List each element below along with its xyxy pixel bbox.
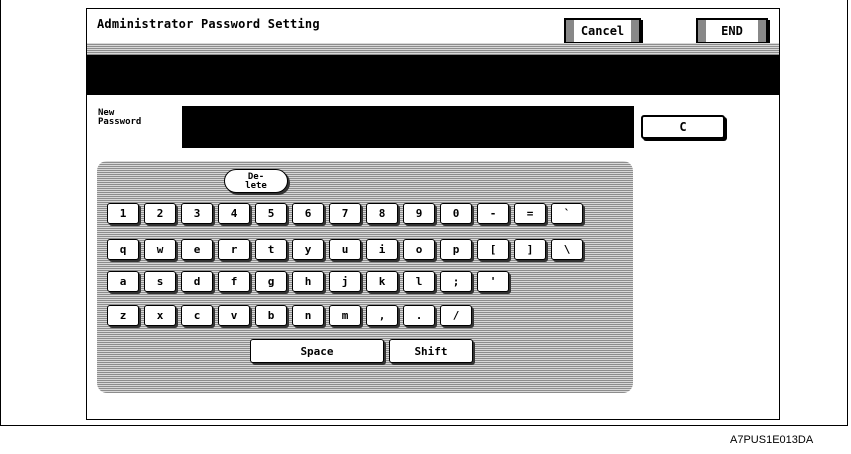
key-4-3[interactable]: c [181, 305, 213, 326]
key-4-5[interactable]: b [255, 305, 287, 326]
key-4-6[interactable]: n [292, 305, 324, 326]
space-key[interactable]: Space [250, 339, 384, 363]
key-1-9[interactable]: 9 [403, 203, 435, 224]
key-3-6[interactable]: h [292, 271, 324, 292]
key-4-1[interactable]: z [107, 305, 139, 326]
message-bar [87, 55, 779, 95]
key-4-2[interactable]: x [144, 305, 176, 326]
key-1-4[interactable]: 4 [218, 203, 250, 224]
key-1-1[interactable]: 1 [107, 203, 139, 224]
key-4-4[interactable]: v [218, 305, 250, 326]
key-1-11[interactable]: - [477, 203, 509, 224]
key-1-10[interactable]: 0 [440, 203, 472, 224]
key-1-5[interactable]: 5 [255, 203, 287, 224]
new-password-label: New Password [98, 108, 142, 127]
clear-button[interactable]: C [641, 115, 725, 139]
key-2-2[interactable]: w [144, 239, 176, 260]
figure-code: A7PUS1E013DA [730, 434, 814, 446]
key-2-8[interactable]: i [366, 239, 398, 260]
key-2-7[interactable]: u [329, 239, 361, 260]
key-3-4[interactable]: f [218, 271, 250, 292]
key-1-7[interactable]: 7 [329, 203, 361, 224]
key-2-6[interactable]: y [292, 239, 324, 260]
key-2-10[interactable]: p [440, 239, 472, 260]
screen-title: Administrator Password Setting [97, 17, 320, 31]
key-3-3[interactable]: d [181, 271, 213, 292]
end-button[interactable]: END [696, 18, 768, 44]
key-2-1[interactable]: q [107, 239, 139, 260]
key-3-2[interactable]: s [144, 271, 176, 292]
key-2-4[interactable]: r [218, 239, 250, 260]
key-1-12[interactable]: = [514, 203, 546, 224]
key-3-7[interactable]: j [329, 271, 361, 292]
key-3-8[interactable]: k [366, 271, 398, 292]
key-4-10[interactable]: / [440, 305, 472, 326]
on-screen-keyboard: De- lete 1 2 3 4 5 6 7 8 9 0- = ` q w e r t y u i o p[] \ a s d f g… [97, 161, 633, 393]
cancel-button[interactable]: Cancel [564, 18, 641, 44]
key-2-3[interactable]: e [181, 239, 213, 260]
key-3-1[interactable]: a [107, 271, 139, 292]
title-divider [87, 43, 779, 55]
key-4-8[interactable]: , [366, 305, 398, 326]
key-1-8[interactable]: 8 [366, 203, 398, 224]
key-2-13[interactable]: \ [551, 239, 583, 260]
key-3-9[interactable]: l [403, 271, 435, 292]
shift-key[interactable]: Shift [389, 339, 473, 363]
delete-key[interactable]: De- lete [224, 169, 288, 193]
key-1-2[interactable]: 2 [144, 203, 176, 224]
key-3-5[interactable]: g [255, 271, 287, 292]
key-3-11[interactable]: ' [477, 271, 509, 292]
key-1-6[interactable]: 6 [292, 203, 324, 224]
new-password-field[interactable] [182, 106, 634, 148]
key-2-11[interactable]: [ [477, 239, 509, 260]
key-2-12[interactable]: ] [514, 239, 546, 260]
key-4-9[interactable]: . [403, 305, 435, 326]
key-4-7[interactable]: m [329, 305, 361, 326]
key-3-10[interactable]: ; [440, 271, 472, 292]
key-1-3[interactable]: 3 [181, 203, 213, 224]
key-2-5[interactable]: t [255, 239, 287, 260]
control-panel-screen: Administrator Password Setting Cancel EN… [86, 8, 780, 420]
key-2-9[interactable]: o [403, 239, 435, 260]
key-1-13[interactable]: ` [551, 203, 583, 224]
